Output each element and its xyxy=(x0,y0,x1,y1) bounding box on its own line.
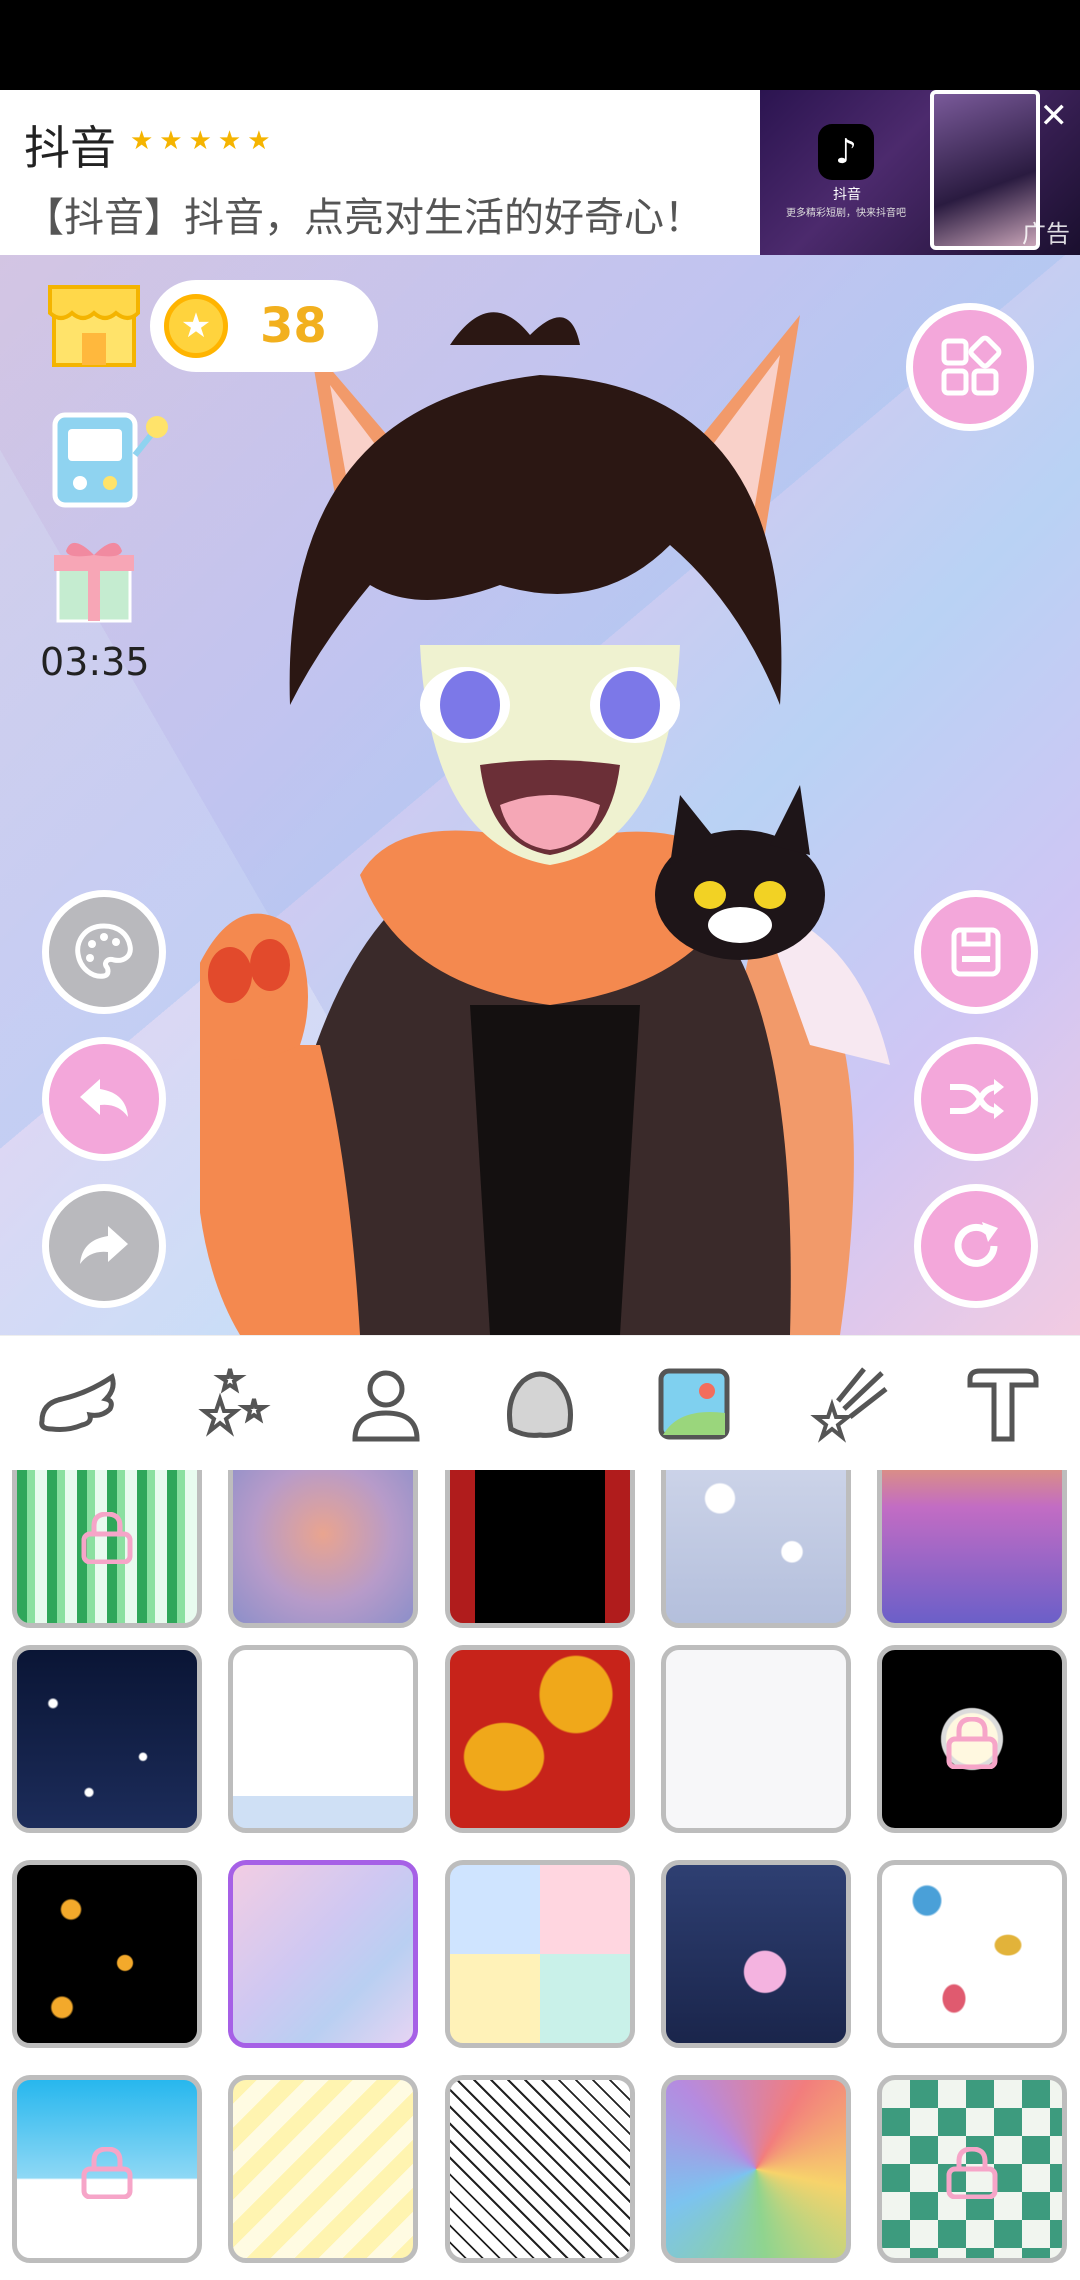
ad-close-button[interactable]: ✕ xyxy=(1040,96,1069,136)
gift-timer: 03:35 xyxy=(40,640,150,684)
palette-button[interactable] xyxy=(42,890,166,1014)
coin-count: 38 xyxy=(260,298,327,354)
tile-jellyfish[interactable] xyxy=(661,1860,851,2048)
tab-background[interactable] xyxy=(639,1354,749,1454)
person-icon xyxy=(352,1370,420,1441)
tab-text[interactable] xyxy=(948,1354,1058,1454)
ad-label: 广告 xyxy=(1022,220,1070,248)
ad-sub-text: 更多精彩短剧，快来抖音吧 xyxy=(786,208,906,219)
tile-stained-glass[interactable] xyxy=(661,2075,851,2263)
tile-red-curtain[interactable] xyxy=(445,1470,635,1628)
tab-effects[interactable] xyxy=(794,1354,904,1454)
tile-bamboo[interactable] xyxy=(12,1470,202,1628)
tile-starry-night[interactable] xyxy=(12,1645,202,1833)
tile-birds[interactable] xyxy=(661,1645,851,1833)
tile-red-lanterns[interactable] xyxy=(445,1645,635,1833)
shuffle-button[interactable] xyxy=(914,1037,1038,1161)
wings-icon xyxy=(39,1372,116,1432)
head-icon xyxy=(506,1371,573,1438)
refresh-icon xyxy=(954,1222,998,1267)
tile-pastel-squares[interactable] xyxy=(445,1860,635,2048)
tile-purple-sparkle[interactable] xyxy=(877,1470,1067,1628)
background-grid xyxy=(0,1470,1080,2280)
redo-button[interactable] xyxy=(42,1184,166,1308)
palette-icon xyxy=(75,923,133,979)
reset-button[interactable] xyxy=(914,1184,1038,1308)
save-floppy-icon xyxy=(951,927,1001,977)
tile-triangle-lines[interactable] xyxy=(445,2075,635,2263)
lock-icon xyxy=(81,1512,133,1564)
tile-spider-web[interactable] xyxy=(877,1645,1067,1833)
gift-icon[interactable] xyxy=(52,533,136,625)
ad-banner[interactable]: 抖音 ★★★★★ 【抖音】抖音，点亮对生活的好奇心！ ♪ 抖音 更多精彩短剧，快… xyxy=(0,90,1080,255)
tile-sky-clouds[interactable] xyxy=(12,2075,202,2263)
ad-rating-stars: ★★★★★ xyxy=(130,126,277,156)
category-tab-bar xyxy=(0,1335,1080,1471)
coin-icon: ★ xyxy=(164,294,228,358)
tile-fish[interactable] xyxy=(877,1860,1067,2048)
menu-button[interactable] xyxy=(906,303,1034,431)
redo-arrow-icon xyxy=(80,1226,128,1264)
tile-bokeh[interactable] xyxy=(661,1470,851,1628)
tab-wings[interactable] xyxy=(22,1354,132,1454)
grid-menu-icon xyxy=(941,335,1002,396)
tile-pastel-polygon[interactable] xyxy=(228,1860,418,2048)
ad-logo-text: 抖音 xyxy=(833,187,861,203)
background-icon xyxy=(658,1368,730,1439)
tab-body[interactable] xyxy=(331,1354,441,1454)
undo-arrow-icon xyxy=(80,1079,128,1117)
tile-shooting-stars[interactable] xyxy=(12,1860,202,2048)
tiktok-logo-icon: ♪ xyxy=(818,124,874,180)
stars-icon xyxy=(198,1368,272,1437)
game-machine-icon[interactable] xyxy=(50,405,170,515)
character-avatar xyxy=(200,312,890,1335)
tab-stars[interactable] xyxy=(176,1354,286,1454)
ad-description: 【抖音】抖音，点亮对生活的好奇心！ xyxy=(24,195,704,241)
status-bar xyxy=(0,0,1080,90)
undo-button[interactable] xyxy=(42,1037,166,1161)
tab-head[interactable] xyxy=(485,1354,595,1454)
shop-icon[interactable] xyxy=(48,277,140,367)
lock-icon xyxy=(946,1717,998,1769)
lock-icon xyxy=(946,2147,998,2199)
lock-icon xyxy=(81,2147,133,2199)
tile-yellow-triangles[interactable] xyxy=(228,2075,418,2263)
shuffle-icon xyxy=(950,1079,1004,1119)
character-canvas: ★ 38 03:35 xyxy=(0,255,1080,1335)
text-icon xyxy=(967,1368,1039,1441)
save-button[interactable] xyxy=(914,890,1038,1014)
coin-balance[interactable]: ★ 38 xyxy=(150,280,378,372)
shooting-star-icon xyxy=(809,1366,888,1443)
tile-green-diamonds[interactable] xyxy=(877,2075,1067,2263)
tile-white-waves[interactable] xyxy=(228,1645,418,1833)
tile-pink-clouds[interactable] xyxy=(228,1470,418,1628)
ad-title: 抖音 xyxy=(24,121,116,175)
